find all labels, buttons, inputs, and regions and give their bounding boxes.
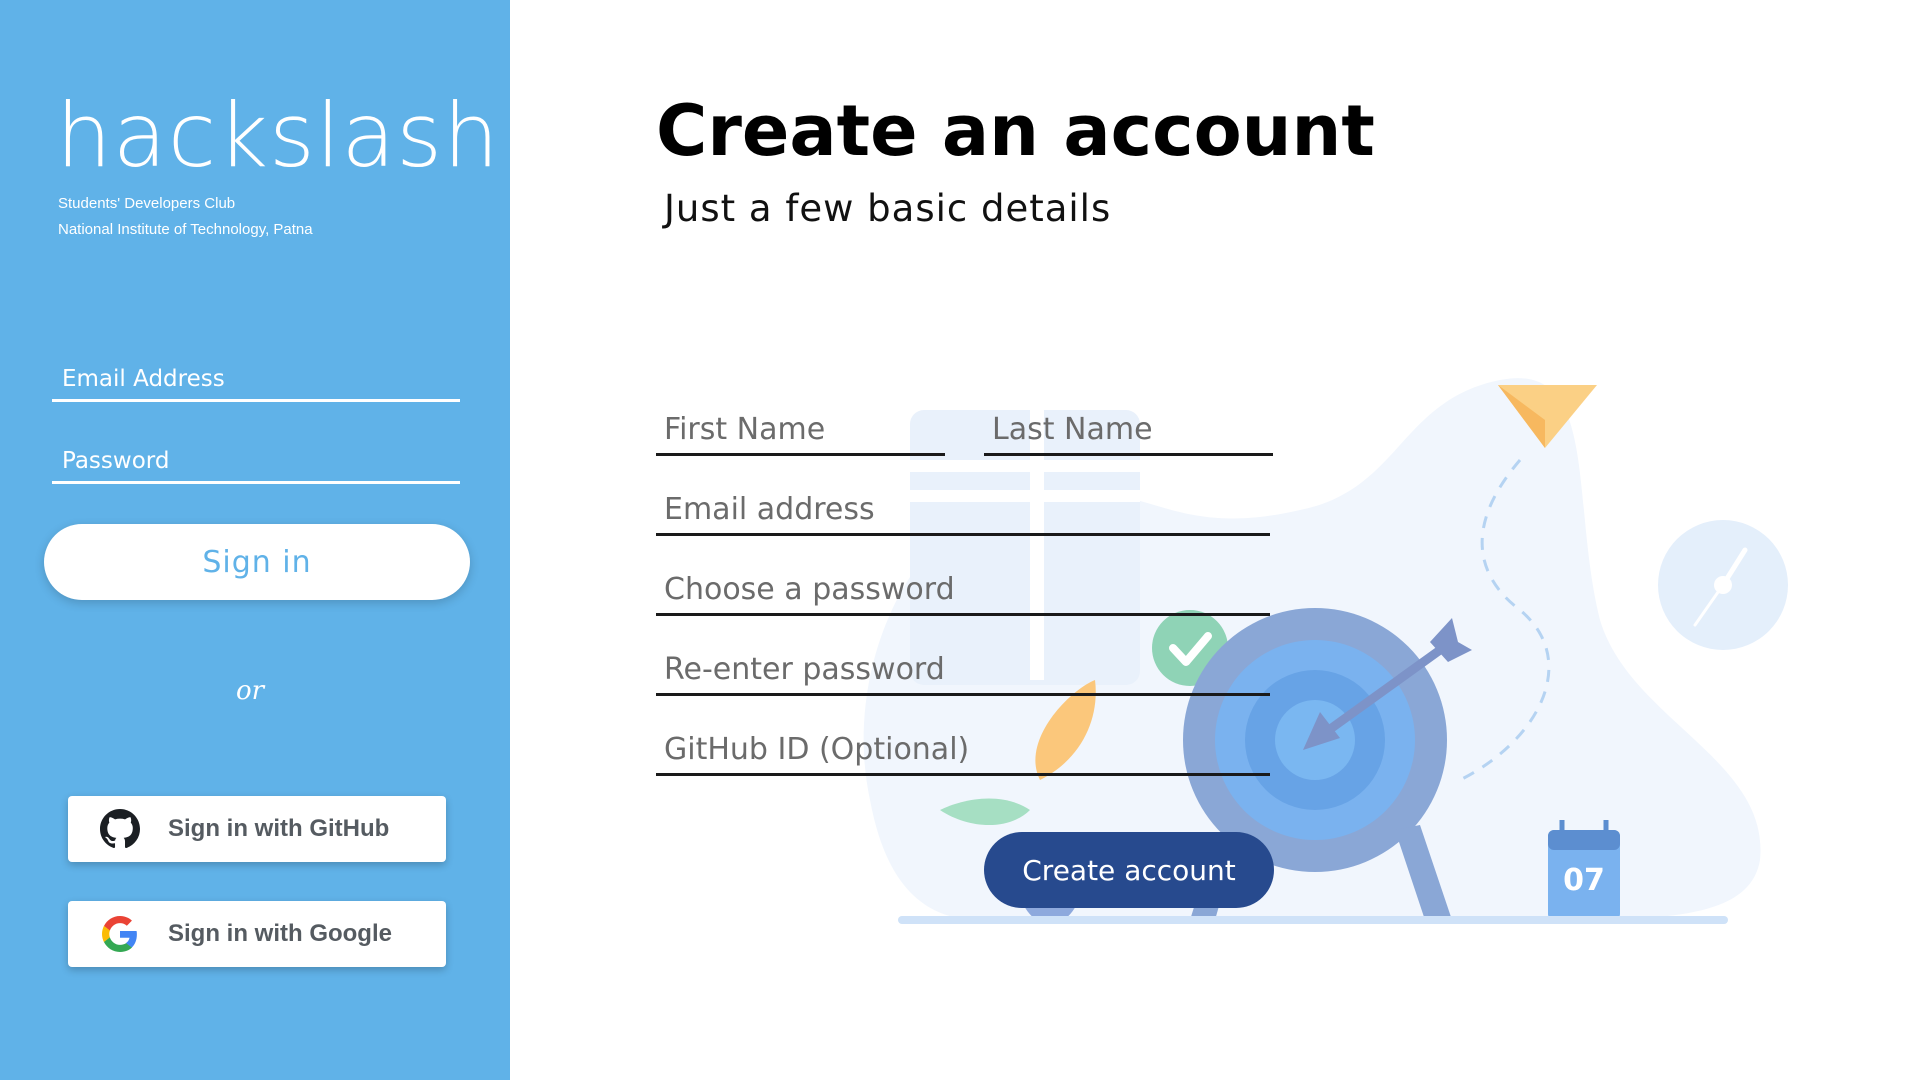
create-account-button[interactable]: Create account xyxy=(984,832,1274,908)
google-sign-in-button[interactable]: Sign in with Google xyxy=(68,901,446,967)
brand-logo: hackslash xyxy=(56,84,500,187)
calendar-day: 07 xyxy=(1563,863,1605,898)
sign-in-button[interactable]: Sign in xyxy=(44,524,470,600)
brand-subtitle-institute: National Institute of Technology, Patna xyxy=(58,221,313,238)
brand-subtitle-club: Students' Developers Club xyxy=(58,195,236,212)
floor-line xyxy=(898,916,1728,924)
first-name-input[interactable] xyxy=(656,406,945,456)
sidebar: hackslash Students' Developers Club Nati… xyxy=(0,0,510,1080)
google-sign-in-label: Sign in with Google xyxy=(168,920,392,947)
sidebar-password-input[interactable] xyxy=(52,440,460,484)
page-title: Create an account xyxy=(656,90,1375,172)
page-subtitle: Just a few basic details xyxy=(664,187,1112,230)
signup-confirm-password-input[interactable] xyxy=(656,646,1270,696)
github-icon xyxy=(100,809,140,849)
or-divider: or xyxy=(236,676,265,706)
github-id-input[interactable] xyxy=(656,726,1270,776)
last-name-input[interactable] xyxy=(984,406,1273,456)
github-sign-in-button[interactable]: Sign in with GitHub xyxy=(68,796,446,862)
github-sign-in-label: Sign in with GitHub xyxy=(168,815,390,842)
signup-email-input[interactable] xyxy=(656,486,1270,536)
signup-password-input[interactable] xyxy=(656,566,1270,616)
google-icon xyxy=(100,914,140,954)
sidebar-email-input[interactable] xyxy=(52,358,460,402)
